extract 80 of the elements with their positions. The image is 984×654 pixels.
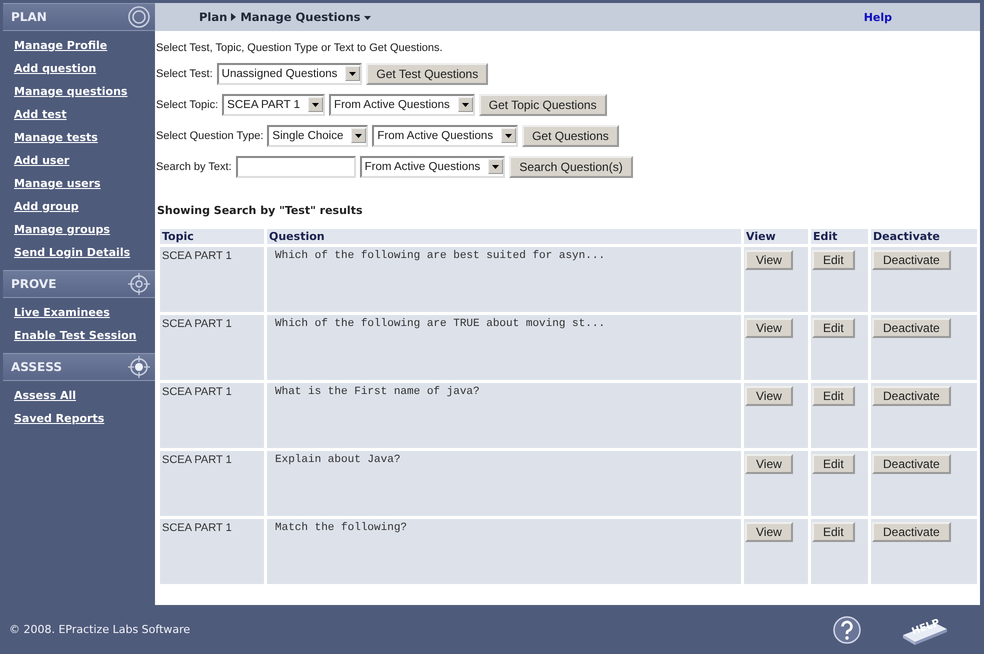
help-icon[interactable] bbox=[833, 616, 861, 644]
sidebar-link[interactable]: Assess All bbox=[14, 387, 155, 405]
topic-cell: SCEA PART 1 bbox=[160, 315, 264, 380]
field-label: Select Test: bbox=[156, 68, 213, 80]
dropdown[interactable]: From Active Questions bbox=[329, 94, 475, 116]
topic-cell: SCEA PART 1 bbox=[160, 451, 264, 516]
column-header: Topic bbox=[160, 229, 264, 244]
question-cell: Which of the following are best suited for asyn... bbox=[267, 247, 741, 312]
edit-button[interactable]: Edit bbox=[812, 522, 855, 542]
field-label: Search by Text: bbox=[156, 160, 232, 172]
topic-cell: SCEA PART 1 bbox=[160, 247, 264, 312]
deactivate-button[interactable]: Deactivate bbox=[872, 250, 951, 270]
caret-icon bbox=[349, 72, 356, 76]
arrow-icon bbox=[230, 13, 238, 21]
breadcrumb-item[interactable]: Plan bbox=[199, 10, 228, 24]
topic-cell: SCEA PART 1 bbox=[160, 383, 264, 448]
dropdown[interactable]: From Active Questions bbox=[360, 156, 506, 178]
sidebar-link[interactable]: Add test bbox=[14, 106, 155, 124]
view-button[interactable]: View bbox=[745, 522, 793, 542]
edit-button[interactable]: Edit bbox=[812, 318, 855, 338]
deactivate-button[interactable]: Deactivate bbox=[872, 318, 951, 338]
target-icon bbox=[127, 272, 151, 296]
question-cell: What is the First name of java? bbox=[267, 383, 741, 448]
question-cell: Explain about Java? bbox=[267, 451, 741, 516]
target-icon bbox=[127, 355, 151, 379]
breadcrumb-item[interactable]: Manage Questions bbox=[240, 10, 360, 24]
dropdown[interactable]: Unassigned Questions bbox=[216, 62, 362, 84]
caret-icon bbox=[492, 164, 500, 168]
section-title: ASSESS bbox=[11, 360, 62, 374]
section-title: PROVE bbox=[11, 277, 56, 291]
edit-button[interactable]: Edit bbox=[812, 386, 855, 406]
sidebar-link[interactable]: Manage Profile bbox=[14, 37, 155, 55]
sidebar-link[interactable]: Manage users bbox=[14, 175, 155, 193]
results-heading: Showing Search by "Test" results bbox=[157, 204, 364, 217]
view-button[interactable]: View bbox=[745, 386, 793, 406]
dropdown[interactable]: SCEA PART 1 bbox=[222, 94, 326, 116]
copyright: © 2008. EPractize Labs Software bbox=[9, 623, 190, 636]
section-title: PLAN bbox=[11, 10, 47, 24]
caret-icon bbox=[355, 134, 362, 138]
caret-icon bbox=[462, 102, 469, 106]
action-button[interactable]: Get Questions bbox=[522, 124, 619, 146]
sidebar-link[interactable]: Live Examinees bbox=[14, 304, 155, 322]
sidebar-link[interactable]: Send Login Details bbox=[14, 244, 155, 262]
view-button[interactable]: View bbox=[745, 250, 793, 270]
caret-icon bbox=[312, 102, 320, 106]
deactivate-button[interactable]: Deactivate bbox=[872, 522, 951, 542]
sidebar-link[interactable]: Add question bbox=[14, 60, 155, 78]
caret-icon[interactable] bbox=[364, 13, 370, 21]
sidebar-link[interactable]: Enable Test Session bbox=[14, 327, 155, 345]
view-button[interactable]: View bbox=[745, 318, 793, 338]
caret-icon bbox=[505, 134, 512, 138]
dropdown[interactable]: From Active Questions bbox=[372, 124, 518, 146]
field-label: Select Question Type: bbox=[156, 130, 264, 142]
sidebar-link[interactable]: Add group bbox=[14, 198, 155, 216]
sidebar-link[interactable]: Saved Reports bbox=[14, 410, 155, 428]
field-label: Select Topic: bbox=[156, 98, 218, 110]
column-header: Edit bbox=[811, 229, 868, 244]
edit-button[interactable]: Edit bbox=[812, 454, 855, 474]
target-icon bbox=[127, 5, 151, 29]
column-header: Question bbox=[267, 229, 741, 244]
help-link[interactable]: Help bbox=[864, 10, 892, 24]
sidebar-link[interactable]: Manage tests bbox=[14, 129, 155, 147]
deactivate-button[interactable]: Deactivate bbox=[872, 454, 951, 474]
sidebar-link[interactable]: Manage questions bbox=[14, 83, 155, 101]
column-header: View bbox=[744, 229, 808, 244]
sidebar-link[interactable]: Manage groups bbox=[14, 221, 155, 239]
action-button[interactable]: Get Test Questions bbox=[366, 62, 488, 84]
dropdown[interactable]: Single Choice bbox=[267, 124, 368, 146]
column-header: Deactivate bbox=[871, 229, 977, 244]
topic-cell: SCEA PART 1 bbox=[160, 519, 264, 584]
action-button[interactable]: Search Question(s) bbox=[509, 156, 633, 178]
view-button[interactable]: View bbox=[745, 454, 793, 474]
sidebar-link[interactable]: Add user bbox=[14, 152, 155, 170]
question-cell: Which of the following are TRUE about moving st... bbox=[267, 315, 741, 380]
search-field[interactable] bbox=[236, 156, 356, 178]
instructions: Select Test, Topic, Question Type or Text to Get Questions. bbox=[156, 41, 444, 56]
deactivate-button[interactable]: Deactivate bbox=[872, 386, 951, 406]
action-button[interactable]: Get Topic Questions bbox=[478, 94, 607, 116]
edit-button[interactable]: Edit bbox=[812, 250, 855, 270]
question-cell: Match the following? bbox=[267, 519, 741, 584]
